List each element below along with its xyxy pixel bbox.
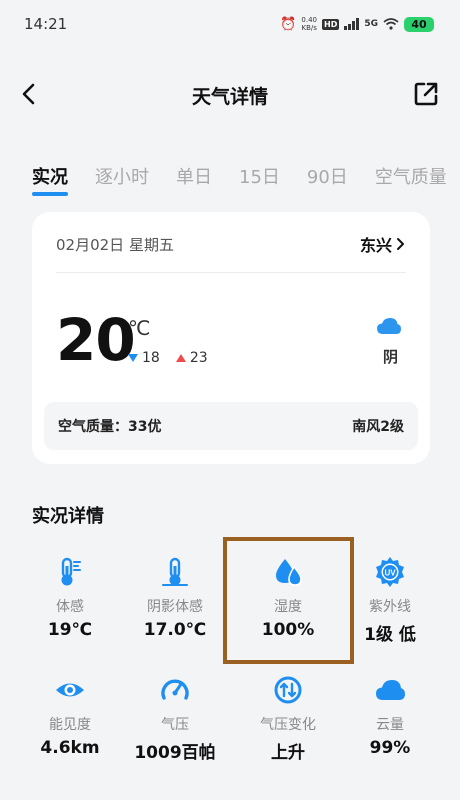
humidity-drop-icon <box>276 559 302 586</box>
detail-pressure: 气压 1009百帕 <box>117 658 233 774</box>
thermometer-shade-icon <box>162 557 188 586</box>
temperature-range: 18 23 <box>128 350 208 366</box>
low-temperature: 18 <box>142 350 160 366</box>
weather-summary-card: 02月02日 星期五 东兴 20 ℃ 18 23 阴 空气质量：33优 南风2级 <box>32 212 430 464</box>
wind-label: 南风2级 <box>352 419 404 435</box>
detail-value: 4.6km <box>40 738 100 758</box>
uv-icon: UV <box>376 557 404 587</box>
detail-feels-like: 体感 19℃ <box>12 540 128 656</box>
section-title: 实况详情 <box>32 506 104 527</box>
gauge-icon <box>161 679 189 700</box>
detail-label: 阴影体感 <box>147 599 203 615</box>
network-speed: 0.40 KB/s <box>301 16 317 32</box>
status-icons: ⏰ 0.40 KB/s HD 5G 40 <box>280 16 434 32</box>
tab-hourly[interactable]: 逐小时 <box>95 163 149 189</box>
eye-icon <box>56 683 84 697</box>
share-button[interactable] <box>412 80 440 108</box>
detail-value: 19℃ <box>47 620 93 640</box>
low-temp-arrow-icon <box>128 354 138 362</box>
high-temperature: 23 <box>189 350 208 366</box>
detail-label: 能见度 <box>49 717 91 733</box>
tab-air-quality[interactable]: 空气质量 <box>375 163 447 189</box>
detail-pressure-change: 气压变化 上升 <box>230 658 346 774</box>
location-label: 东兴 <box>359 236 392 255</box>
signal-icon <box>344 18 360 30</box>
detail-label: 紫外线 <box>369 599 411 615</box>
tab-15-day[interactable]: 15日 <box>239 163 280 189</box>
detail-label: 湿度 <box>274 599 302 615</box>
network-type: 5G <box>364 19 378 29</box>
current-temperature: 20 <box>56 306 136 374</box>
high-temp-arrow-icon <box>175 354 186 362</box>
hd-icon: HD <box>322 18 340 30</box>
card-header: 02月02日 星期五 东兴 <box>56 230 406 258</box>
detail-value: 1级 低 <box>364 625 416 645</box>
status-time: 14:21 <box>24 15 68 33</box>
cloud-icon <box>377 318 401 334</box>
air-quality-bar: 空气质量：33优 南风2级 <box>44 402 418 450</box>
detail-humidity: 湿度 100% <box>230 540 346 656</box>
wifi-icon <box>383 18 399 30</box>
alarm-icon: ⏰ <box>280 16 297 32</box>
detail-value: 99% <box>369 738 411 758</box>
detail-cloud-cover: 云量 99% <box>332 658 448 774</box>
weather-condition: 阴 <box>382 348 398 366</box>
tab-live[interactable]: 实况 <box>32 163 68 196</box>
detail-label: 气压 <box>161 717 189 733</box>
nav-bar: 天气详情 <box>0 70 460 120</box>
detail-label: 气压变化 <box>260 717 316 733</box>
detail-visibility: 能见度 4.6km <box>12 658 128 774</box>
battery-indicator: 40 <box>404 16 434 32</box>
tab-90-day[interactable]: 90日 <box>307 163 348 189</box>
detail-label: 体感 <box>56 599 84 615</box>
status-bar: 14:21 ⏰ 0.40 KB/s HD 5G 40 <box>0 0 460 48</box>
chevron-right-icon <box>397 238 404 250</box>
detail-shade-feels-like: 阴影体感 17.0℃ <box>117 540 233 656</box>
cloud-icon <box>376 680 405 700</box>
detail-label: 云量 <box>376 717 404 733</box>
divider <box>56 272 406 273</box>
svg-text:UV: UV <box>384 569 396 578</box>
tab-bar: 实况 逐小时 单日 15日 90日 空气质量 <box>0 156 460 196</box>
thermometer-icon <box>61 557 81 586</box>
back-button[interactable] <box>16 80 44 108</box>
detail-value: 上升 <box>271 743 305 763</box>
detail-value: 1009百帕 <box>134 743 216 763</box>
detail-uv: UV 紫外线 1级 低 <box>332 540 448 656</box>
tab-daily[interactable]: 单日 <box>176 163 212 189</box>
page-title: 天气详情 <box>191 85 268 108</box>
temperature-unit: ℃ <box>128 316 151 340</box>
detail-value: 100% <box>261 620 315 640</box>
detail-value: 17.0℃ <box>143 620 207 640</box>
date-label: 02月02日 星期五 <box>56 235 174 254</box>
location-selector[interactable]: 东兴 <box>360 232 406 256</box>
pressure-change-icon <box>274 676 302 704</box>
air-quality-label: 空气质量：33优 <box>58 419 162 435</box>
